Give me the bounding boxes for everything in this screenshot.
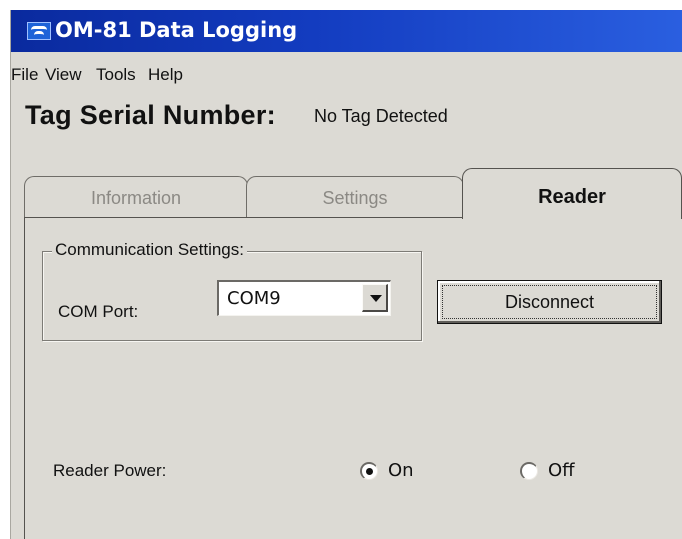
tab-strip: Information Settings Reader <box>0 166 682 219</box>
menu-bar: File View Tools Help <box>11 52 682 86</box>
disconnect-button[interactable]: Disconnect <box>437 280 662 324</box>
com-port-label: COM Port: <box>58 302 139 321</box>
chevron-down-icon[interactable] <box>362 284 388 312</box>
title-bar[interactable]: OM-81 Data Logging <box>11 10 682 52</box>
power-off-radio[interactable] <box>520 462 538 480</box>
disconnect-button-label: Disconnect <box>504 292 595 312</box>
tab-settings-label: Settings <box>322 188 388 208</box>
reader-power-label: Reader Power: <box>53 461 167 480</box>
window-title: OM-81 Data Logging <box>55 18 298 42</box>
tab-settings[interactable]: Settings <box>246 176 464 218</box>
tag-serial-number-value: No Tag Detected <box>314 106 448 126</box>
tab-information-label: Information <box>90 188 182 208</box>
com-port-select[interactable]: COM9 <box>217 280 391 316</box>
power-on-radio[interactable] <box>360 462 378 480</box>
power-on-label[interactable]: On <box>388 460 414 481</box>
tab-reader-label: Reader <box>538 186 606 208</box>
menu-file[interactable]: File <box>11 65 38 85</box>
omega-logo-icon <box>27 22 51 40</box>
com-port-value: COM9 <box>227 288 281 309</box>
tab-reader[interactable]: Reader <box>462 168 682 219</box>
menu-help[interactable]: Help <box>148 65 183 85</box>
tab-information[interactable]: Information <box>24 176 248 218</box>
tag-serial-number-label: Tag Serial Number: <box>25 100 276 130</box>
power-off-label[interactable]: Off <box>548 460 575 481</box>
menu-view[interactable]: View <box>45 65 82 85</box>
communication-settings-legend: Communication Settings: <box>52 240 247 260</box>
menu-tools[interactable]: Tools <box>96 65 136 85</box>
